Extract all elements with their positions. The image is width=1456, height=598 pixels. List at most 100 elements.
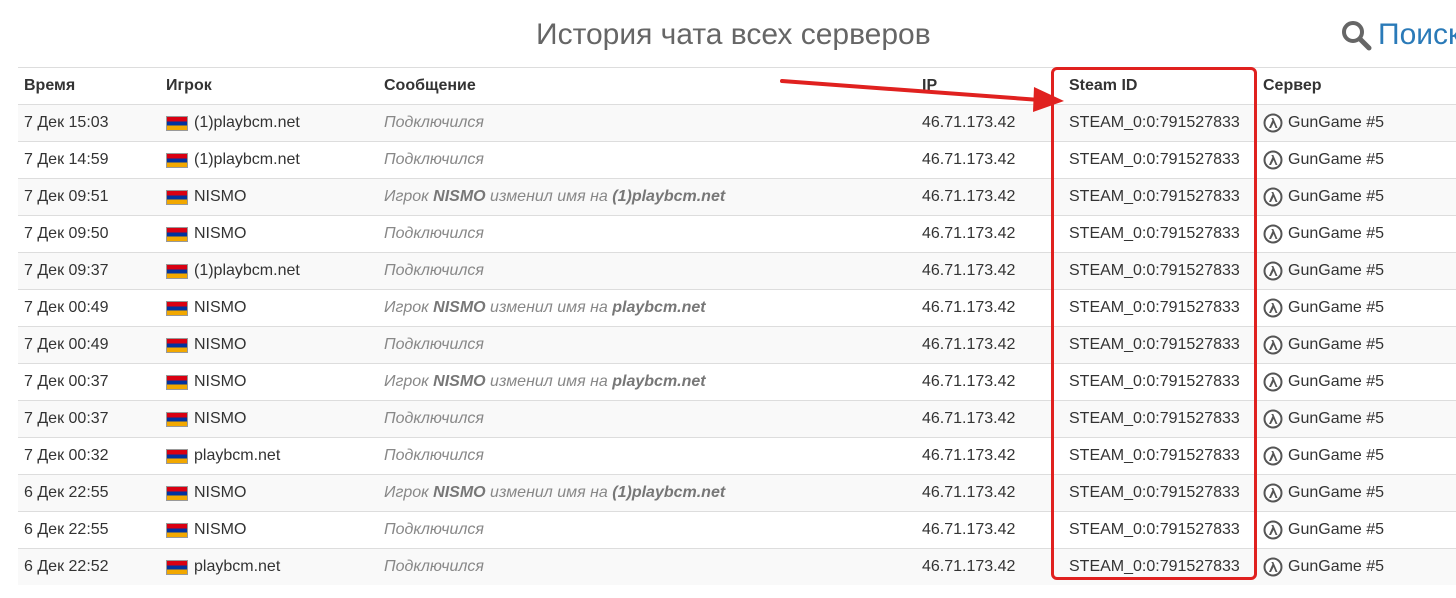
steam-id-cell: STEAM_0:0:791527833 xyxy=(1069,373,1240,390)
server-cell[interactable]: GunGame #5 xyxy=(1263,179,1384,215)
time-cell: 6 Дек 22:55 xyxy=(24,484,109,501)
armenia-flag-icon xyxy=(166,189,188,205)
player-cell[interactable]: NISMO xyxy=(166,216,246,252)
table-row: 7 Дек 09:51 NISMO Игрок NISMO изменил имя … xyxy=(18,178,1456,215)
table-row: 7 Дек 15:03 (1)playbcm.net Подключился 46.7… xyxy=(18,104,1456,141)
time-cell: 7 Дек 00:37 xyxy=(24,373,109,390)
player-cell[interactable]: NISMO xyxy=(166,327,246,363)
server-name[interactable]: GunGame #5 xyxy=(1288,253,1384,289)
player-cell[interactable]: playbcm.net xyxy=(166,549,280,585)
header-time: Время xyxy=(24,77,76,94)
steam-id-cell: STEAM_0:0:791527833 xyxy=(1069,299,1240,316)
steam-id-cell: STEAM_0:0:791527833 xyxy=(1069,114,1240,131)
player-name[interactable]: playbcm.net xyxy=(194,549,280,585)
server-name[interactable]: GunGame #5 xyxy=(1288,401,1384,437)
message-mid: изменил имя на xyxy=(490,484,608,501)
message-new-name: playbcm.net xyxy=(612,299,706,316)
player-name[interactable]: NISMO xyxy=(194,290,246,326)
message-cell: Подключился xyxy=(384,262,484,279)
player-name[interactable]: NISMO xyxy=(194,327,246,363)
half-life-icon xyxy=(1263,520,1283,540)
header-server: Сервер xyxy=(1263,77,1322,94)
ip-cell: 46.71.173.42 xyxy=(922,484,1016,501)
message-cell: Подключился xyxy=(384,151,484,168)
player-cell[interactable]: (1)playbcm.net xyxy=(166,105,300,141)
player-name[interactable]: NISMO xyxy=(194,475,246,511)
steam-id-cell: STEAM_0:0:791527833 xyxy=(1069,188,1240,205)
message-cell: Подключился xyxy=(384,447,484,464)
table-row: 7 Дек 00:37 NISMO Игрок NISMO изменил имя … xyxy=(18,363,1456,400)
player-name[interactable]: NISMO xyxy=(194,512,246,548)
ip-cell: 46.71.173.42 xyxy=(922,447,1016,464)
armenia-flag-icon xyxy=(166,337,188,353)
message-cell: Подключился xyxy=(384,114,484,131)
half-life-icon xyxy=(1263,224,1283,244)
table-row: 7 Дек 09:37 (1)playbcm.net Подключился 46.7… xyxy=(18,252,1456,289)
player-name[interactable]: NISMO xyxy=(194,364,246,400)
armenia-flag-icon xyxy=(166,374,188,390)
message-mid: изменил имя на xyxy=(490,373,608,390)
steam-id-cell: STEAM_0:0:791527833 xyxy=(1069,558,1240,575)
time-cell: 7 Дек 15:03 xyxy=(24,114,109,131)
ip-cell: 46.71.173.42 xyxy=(922,225,1016,242)
player-name[interactable]: NISMO xyxy=(194,401,246,437)
armenia-flag-icon xyxy=(166,485,188,501)
server-cell[interactable]: GunGame #5 xyxy=(1263,142,1384,178)
steam-id-cell: STEAM_0:0:791527833 xyxy=(1069,447,1240,464)
server-cell[interactable]: GunGame #5 xyxy=(1263,401,1384,437)
server-cell[interactable]: GunGame #5 xyxy=(1263,216,1384,252)
server-name[interactable]: GunGame #5 xyxy=(1288,327,1384,363)
server-name[interactable]: GunGame #5 xyxy=(1288,290,1384,326)
server-cell[interactable]: GunGame #5 xyxy=(1263,253,1384,289)
message-mid: изменил имя на xyxy=(490,299,608,316)
half-life-icon xyxy=(1263,261,1283,281)
table-row: 7 Дек 00:32 playbcm.net Подключился 46.71.1… xyxy=(18,437,1456,474)
player-cell[interactable]: NISMO xyxy=(166,364,246,400)
player-cell[interactable]: (1)playbcm.net xyxy=(166,253,300,289)
server-cell[interactable]: GunGame #5 xyxy=(1263,364,1384,400)
server-cell[interactable]: GunGame #5 xyxy=(1263,327,1384,363)
time-cell: 7 Дек 00:37 xyxy=(24,410,109,427)
player-cell[interactable]: NISMO xyxy=(166,475,246,511)
armenia-flag-icon xyxy=(166,559,188,575)
player-name[interactable]: playbcm.net xyxy=(194,438,280,474)
player-cell[interactable]: NISMO xyxy=(166,401,246,437)
player-cell[interactable]: (1)playbcm.net xyxy=(166,142,300,178)
table-row: 7 Дек 09:50 NISMO Подключился 46.71.173.42 S… xyxy=(18,215,1456,252)
player-cell[interactable]: playbcm.net xyxy=(166,438,280,474)
time-cell: 7 Дек 00:32 xyxy=(24,447,109,464)
steam-id-cell: STEAM_0:0:791527833 xyxy=(1069,262,1240,279)
server-name[interactable]: GunGame #5 xyxy=(1288,438,1384,474)
armenia-flag-icon xyxy=(166,263,188,279)
server-name[interactable]: GunGame #5 xyxy=(1288,475,1384,511)
server-cell[interactable]: GunGame #5 xyxy=(1263,549,1384,585)
steam-id-cell: STEAM_0:0:791527833 xyxy=(1069,151,1240,168)
search-link[interactable]: Поиск xyxy=(1340,18,1456,52)
server-name[interactable]: GunGame #5 xyxy=(1288,364,1384,400)
server-cell[interactable]: GunGame #5 xyxy=(1263,475,1384,511)
player-name[interactable]: NISMO xyxy=(194,179,246,215)
player-cell[interactable]: NISMO xyxy=(166,179,246,215)
player-cell[interactable]: NISMO xyxy=(166,290,246,326)
server-name[interactable]: GunGame #5 xyxy=(1288,216,1384,252)
server-cell[interactable]: GunGame #5 xyxy=(1263,438,1384,474)
player-name[interactable]: (1)playbcm.net xyxy=(194,105,300,141)
server-cell[interactable]: GunGame #5 xyxy=(1263,512,1384,548)
server-name[interactable]: GunGame #5 xyxy=(1288,549,1384,585)
player-name[interactable]: (1)playbcm.net xyxy=(194,253,300,289)
server-cell[interactable]: GunGame #5 xyxy=(1263,290,1384,326)
server-name[interactable]: GunGame #5 xyxy=(1288,105,1384,141)
message-cell: Игрок NISMO изменил имя на (1)playbcm.ne… xyxy=(384,179,725,215)
ip-cell: 46.71.173.42 xyxy=(922,521,1016,538)
player-cell[interactable]: NISMO xyxy=(166,512,246,548)
server-name[interactable]: GunGame #5 xyxy=(1288,142,1384,178)
server-name[interactable]: GunGame #5 xyxy=(1288,512,1384,548)
armenia-flag-icon xyxy=(166,115,188,131)
player-name[interactable]: (1)playbcm.net xyxy=(194,142,300,178)
header-message: Сообщение xyxy=(384,77,476,94)
player-name[interactable]: NISMO xyxy=(194,216,246,252)
chat-history-table: Время Игрок Сообщение IP Steam ID Сервер… xyxy=(18,67,1456,585)
server-cell[interactable]: GunGame #5 xyxy=(1263,105,1384,141)
time-cell: 7 Дек 09:37 xyxy=(24,262,109,279)
server-name[interactable]: GunGame #5 xyxy=(1288,179,1384,215)
